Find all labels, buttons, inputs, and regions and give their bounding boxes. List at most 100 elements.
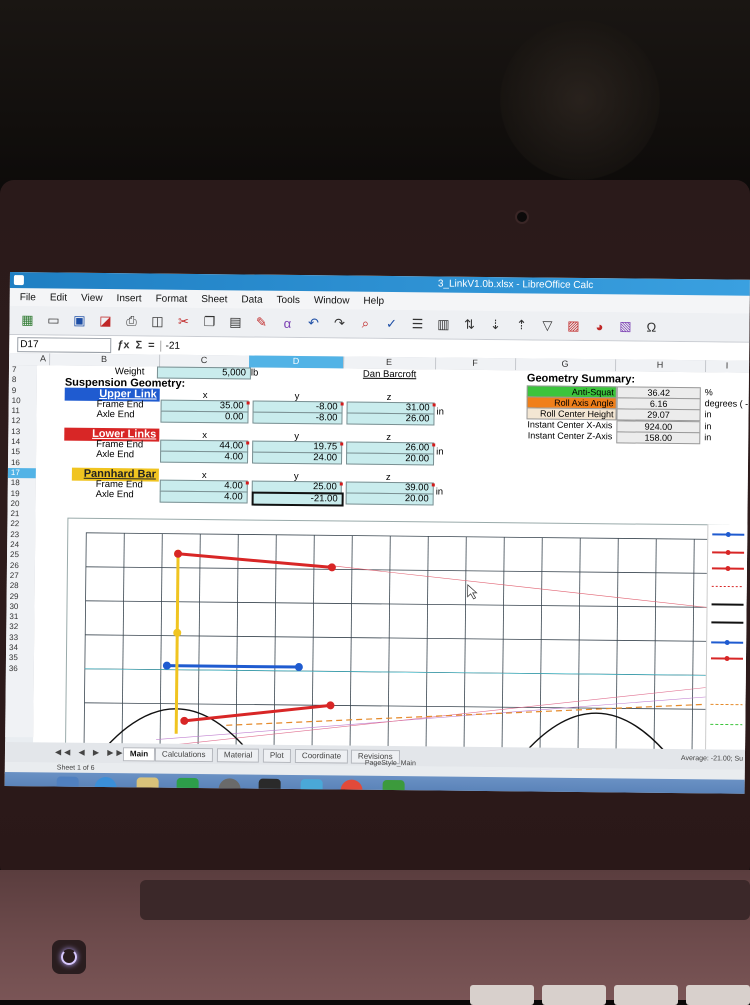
- upper-axle-y[interactable]: -8.00: [252, 412, 342, 425]
- row-header[interactable]: 20: [8, 499, 36, 510]
- formula-icon[interactable]: =: [148, 339, 155, 351]
- open-icon[interactable]: ▭: [43, 310, 63, 330]
- row-header[interactable]: 14: [8, 437, 36, 448]
- row-header[interactable]: 10: [9, 396, 37, 407]
- column-header[interactable]: G: [515, 358, 616, 371]
- power-button[interactable]: [52, 940, 86, 974]
- upper-axle-label: Axle End: [96, 409, 134, 420]
- row-header[interactable]: 30: [6, 602, 34, 613]
- row-header[interactable]: 19: [8, 489, 36, 500]
- column-header[interactable]: I: [705, 360, 750, 372]
- lower-axle-y[interactable]: 24.00: [252, 452, 342, 465]
- cut-icon[interactable]: ✂: [173, 312, 193, 332]
- column-header[interactable]: E: [343, 356, 436, 369]
- undo-icon[interactable]: ↶: [303, 313, 323, 333]
- column-header[interactable]: F: [435, 357, 516, 370]
- column-icon[interactable]: ▥: [433, 314, 453, 334]
- menu-view[interactable]: View: [81, 292, 103, 303]
- row-header[interactable]: 13: [8, 427, 36, 438]
- comment-marker: [247, 401, 250, 404]
- row-header[interactable]: 32: [6, 622, 34, 633]
- clone-formatting-icon[interactable]: ✎: [251, 313, 271, 333]
- lower-axle-z[interactable]: 20.00: [346, 453, 434, 466]
- export-pdf-icon[interactable]: ◪: [95, 311, 115, 331]
- formula-input[interactable]: -21: [160, 340, 180, 351]
- name-box[interactable]: D17: [17, 337, 111, 353]
- print-preview-icon[interactable]: ◫: [147, 311, 167, 331]
- row-header[interactable]: 29: [7, 592, 35, 603]
- row-header[interactable]: 31: [6, 612, 34, 623]
- row-header[interactable]: 24: [7, 540, 35, 551]
- copy-icon[interactable]: ❐: [199, 312, 219, 332]
- menu-sheet[interactable]: Sheet: [201, 294, 227, 305]
- row-header[interactable]: 23: [7, 530, 35, 541]
- pivot-table-icon[interactable]: ▧: [615, 316, 635, 336]
- sort-icon[interactable]: ⇅: [459, 315, 479, 335]
- clear-formatting-icon[interactable]: α: [277, 313, 297, 333]
- save-icon[interactable]: ▣: [69, 311, 89, 331]
- row-header[interactable]: 35: [6, 653, 34, 664]
- sort-ascending-icon[interactable]: ⇣: [485, 315, 505, 335]
- pannhard-axle-x[interactable]: 4.00: [160, 491, 248, 504]
- tab-main[interactable]: Main: [123, 747, 155, 761]
- row-header[interactable]: 18: [8, 478, 36, 489]
- menu-window[interactable]: Window: [314, 295, 350, 306]
- lower-axle-x[interactable]: 4.00: [160, 451, 248, 464]
- column-header[interactable]: H: [615, 359, 706, 372]
- print-icon[interactable]: ⎙: [121, 311, 141, 331]
- menu-file[interactable]: File: [20, 292, 36, 303]
- new-icon[interactable]: ▦: [17, 310, 37, 330]
- row-header[interactable]: 17: [8, 468, 36, 479]
- row-header[interactable]: 36: [6, 664, 34, 675]
- autofilter-icon[interactable]: ▽: [537, 316, 557, 336]
- row-header[interactable]: 7: [9, 365, 37, 376]
- find-replace-icon[interactable]: ⌕: [355, 314, 375, 334]
- row-header[interactable]: 25: [7, 550, 35, 561]
- upper-axle-x[interactable]: 0.00: [160, 411, 248, 424]
- menu-tools[interactable]: Tools: [276, 294, 299, 305]
- suspension-geometry-chart[interactable]: [65, 518, 729, 755]
- row-icon[interactable]: ☰: [407, 314, 427, 334]
- special-character-icon[interactable]: Ω: [641, 317, 661, 337]
- row-header[interactable]: 15: [8, 447, 36, 458]
- row-header[interactable]: 11: [8, 406, 36, 417]
- column-header[interactable]: C: [159, 355, 250, 368]
- menu-insert[interactable]: Insert: [117, 293, 142, 304]
- row-header[interactable]: 21: [7, 509, 35, 520]
- insert-image-icon[interactable]: ▨: [563, 316, 583, 336]
- menu-edit[interactable]: Edit: [50, 292, 67, 303]
- tab-material[interactable]: Material: [217, 748, 260, 762]
- pannhard-axle-y[interactable]: -21.00: [252, 492, 344, 507]
- tab-coordinate[interactable]: Coordinate: [295, 749, 348, 764]
- row-header[interactable]: 16: [8, 458, 36, 469]
- menu-data[interactable]: Data: [241, 294, 262, 305]
- row-header[interactable]: 8: [9, 375, 37, 386]
- summary-label-roll-center-height: Roll Center Height: [526, 407, 616, 420]
- menu-format[interactable]: Format: [156, 293, 188, 304]
- column-header[interactable]: D: [249, 356, 344, 369]
- upper-axle-z[interactable]: 26.00: [346, 413, 434, 426]
- tab-calculations[interactable]: Calculations: [155, 748, 213, 763]
- row-header[interactable]: 34: [6, 643, 34, 654]
- row-header[interactable]: 33: [6, 633, 34, 644]
- function-wizard-icon[interactable]: ƒx: [117, 339, 129, 351]
- insert-chart-icon[interactable]: ◕: [589, 316, 609, 336]
- upper-frame-point: [295, 663, 303, 671]
- row-header[interactable]: 22: [7, 519, 35, 530]
- paste-icon[interactable]: ▤: [225, 312, 245, 332]
- row-header[interactable]: 26: [7, 561, 35, 572]
- redo-icon[interactable]: ↷: [329, 313, 349, 333]
- summary-title: Geometry Summary:: [527, 372, 635, 385]
- menu-help[interactable]: Help: [363, 295, 384, 306]
- row-header[interactable]: 12: [8, 416, 36, 427]
- tab-plot[interactable]: Plot: [263, 749, 291, 763]
- row-header[interactable]: 27: [7, 571, 35, 582]
- spelling-icon[interactable]: ✓: [381, 314, 401, 334]
- sum-icon[interactable]: Σ: [135, 339, 142, 351]
- sort-descending-icon[interactable]: ⇡: [511, 315, 531, 335]
- row-header[interactable]: 9: [9, 386, 37, 397]
- pannhard-axle-z[interactable]: 20.00: [346, 493, 434, 506]
- libreoffice-calc-icon: [14, 275, 24, 285]
- lower-frame-point: [326, 701, 334, 709]
- row-header[interactable]: 28: [7, 581, 35, 592]
